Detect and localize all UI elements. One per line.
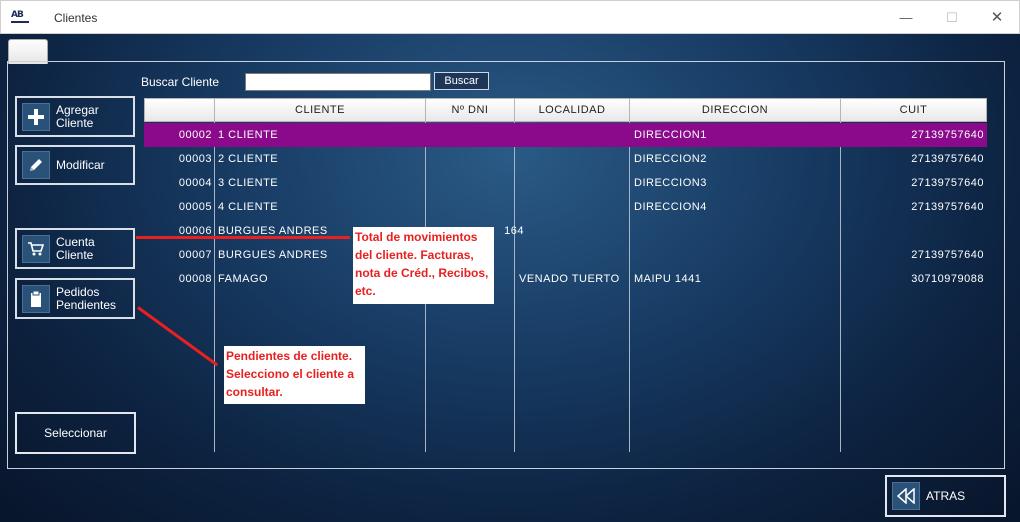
cell-localidad <box>519 243 627 267</box>
cell-id: 00002 <box>178 129 212 141</box>
column-header-cuit[interactable]: CUIT <box>840 98 987 122</box>
annotation-arrow-1 <box>136 236 350 239</box>
clipboard-icon <box>22 284 50 313</box>
cell-dni <box>429 123 524 147</box>
pending-orders-button[interactable]: Pedidos Pendientes <box>15 278 135 319</box>
pencil-icon <box>22 151 50 179</box>
select-button[interactable]: Seleccionar <box>15 412 136 454</box>
cell-localidad <box>519 147 627 171</box>
cell-direccion: DIRECCION3 <box>634 177 707 189</box>
annotation-callout-pending: Pendientes de cliente. Selecciono el cli… <box>224 346 365 404</box>
cell-id: 00003 <box>178 153 212 165</box>
client-area: Buscar Cliente Buscar Agregar Cliente Mo… <box>0 34 1020 522</box>
column-header-direccion[interactable]: DIRECCION <box>629 98 841 122</box>
cell-id: 00005 <box>178 201 212 213</box>
add-client-label: Agregar Cliente <box>56 102 99 130</box>
column-header-localidad[interactable]: LOCALIDAD <box>514 98 630 122</box>
cell-localidad <box>519 195 627 219</box>
table-row[interactable]: 00006 BURGUES ANDRES 164 <box>144 219 987 243</box>
cell-direccion: DIRECCION2 <box>634 153 707 165</box>
cell-id: 00007 <box>178 249 212 261</box>
modify-button[interactable]: Modificar <box>15 145 135 185</box>
cell-cliente: 2 CLIENTE <box>218 153 279 165</box>
cell-dni <box>429 171 524 195</box>
close-button[interactable]: ✕ <box>974 1 1020 34</box>
search-label: Buscar Cliente <box>141 75 220 89</box>
double-rewind-icon <box>892 482 920 510</box>
back-button[interactable]: ATRAS <box>885 475 1006 517</box>
search-button[interactable]: Buscar <box>434 72 489 90</box>
table-row[interactable]: 00007 BURGUES ANDRES 27139757640 <box>144 243 987 267</box>
cell-cuit: 27139757640 <box>911 249 984 261</box>
cell-cliente: 3 CLIENTE <box>218 177 279 189</box>
table-row[interactable]: 00003 2 CLIENTE DIRECCION2 27139757640 <box>144 147 987 171</box>
cell-direccion: DIRECCION1 <box>634 129 707 141</box>
cell-cliente: 1 CLIENTE <box>218 129 279 141</box>
maximize-button[interactable]: ☐ <box>929 1 975 34</box>
cell-cuit: 30710979088 <box>911 273 984 285</box>
cell-direccion: MAIPU 1441 <box>634 273 702 285</box>
plus-icon <box>22 102 50 131</box>
annotation-callout-account: Total de movimientos del cliente. Factur… <box>353 227 494 304</box>
title-bar: AB Clientes — ☐ ✕ <box>0 0 1020 34</box>
cell-id: 00008 <box>178 273 212 285</box>
column-header-cliente[interactable]: CLIENTE <box>214 98 426 122</box>
cell-localidad <box>519 171 627 195</box>
grid-header: CLIENTE Nº DNI LOCALIDAD DIRECCION CUIT <box>144 98 987 122</box>
cell-dni <box>429 195 524 219</box>
cell-cliente: 4 CLIENTE <box>218 201 279 213</box>
modify-label: Modificar <box>56 157 105 172</box>
cell-localidad: VENADO TUERTO <box>519 273 620 285</box>
cell-localidad <box>519 219 627 243</box>
cell-id: 00004 <box>178 177 212 189</box>
cell-cuit: 27139757640 <box>911 201 984 213</box>
column-header-id[interactable] <box>144 98 215 122</box>
cart-icon <box>22 234 50 263</box>
table-row[interactable]: 00008 FAMAGO VENADO TUERTO MAIPU 1441 307109… <box>144 267 987 291</box>
cell-direccion <box>634 219 838 243</box>
search-input[interactable] <box>245 73 431 91</box>
cell-direccion <box>634 243 838 267</box>
minimize-button[interactable]: — <box>883 1 929 34</box>
pending-orders-label: Pedidos Pendientes <box>56 284 117 312</box>
window-title: Clientes <box>54 11 98 25</box>
client-account-button[interactable]: Cuenta Cliente <box>15 228 135 269</box>
cell-cuit <box>844 219 984 243</box>
cell-id: 00006 <box>178 225 212 237</box>
app-logo-icon: AB <box>11 11 29 23</box>
cell-cuit: 27139757640 <box>911 153 984 165</box>
column-header-dni[interactable]: Nº DNI <box>425 98 515 122</box>
cell-localidad <box>519 123 627 147</box>
cell-dni <box>429 147 524 171</box>
cell-cuit: 27139757640 <box>911 129 984 141</box>
cell-direccion: DIRECCION4 <box>634 201 707 213</box>
table-row[interactable]: 00005 4 CLIENTE DIRECCION4 27139757640 <box>144 195 987 219</box>
back-label: ATRAS <box>926 489 966 503</box>
table-row[interactable]: 00004 3 CLIENTE DIRECCION3 27139757640 <box>144 171 987 195</box>
client-account-label: Cuenta Cliente <box>56 234 95 262</box>
cell-cuit: 27139757640 <box>911 177 984 189</box>
add-client-button[interactable]: Agregar Cliente <box>15 96 135 137</box>
table-row[interactable]: 00002 1 CLIENTE DIRECCION1 27139757640 <box>144 123 987 147</box>
